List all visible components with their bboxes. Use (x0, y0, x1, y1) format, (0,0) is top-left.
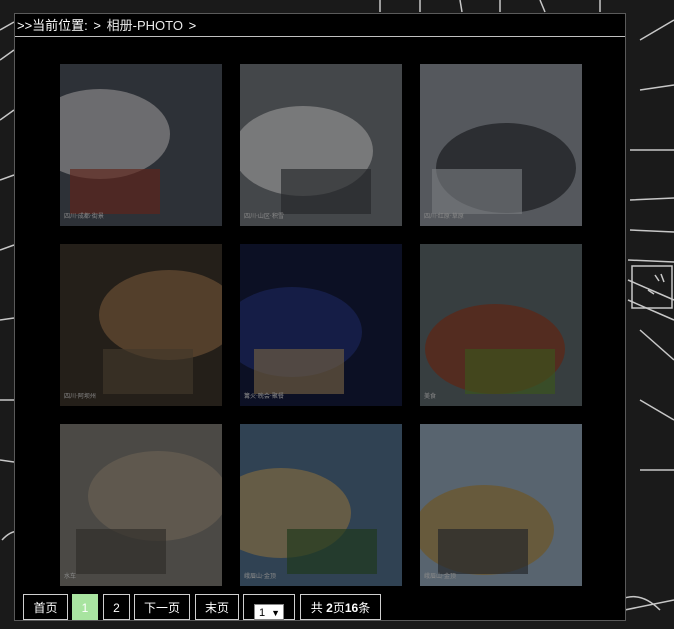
photo-thumbnail-6[interactable]: 美食 (420, 244, 582, 406)
photo-thumbnail-1[interactable]: 四川·成都·街景 (60, 64, 222, 226)
photo-caption: 四川·阿坝州 (64, 392, 96, 400)
page-select-value: 1 (259, 607, 266, 619)
photo-thumbnail-4[interactable]: 四川·阿坝州 (60, 244, 222, 406)
photo-thumbnail-9[interactable]: 峨眉山·金顶 (420, 424, 582, 586)
photo-caption: 篝火·晚会·聚餐 (244, 392, 284, 400)
breadcrumb: >>当前位置: > 相册-PHOTO > (17, 16, 198, 35)
page-2-button[interactable]: 2 (103, 594, 130, 620)
total-pages: 2 (326, 601, 333, 615)
total-suffix: 条 (358, 601, 371, 615)
page-select[interactable]: 1 ▼ (254, 604, 284, 620)
photo-caption: 峨眉山·金顶 (244, 572, 276, 580)
photo-thumbnail-5[interactable]: 篝火·晚会·聚餐 (240, 244, 402, 406)
breadcrumb-divider (15, 36, 625, 37)
photo-caption: 四川·山区·积雪 (244, 212, 284, 220)
photo-thumbnail-3[interactable]: 四川·红原·草原 (420, 64, 582, 226)
total-count: 共 2页16条 (300, 594, 381, 620)
photo-caption: 四川·成都·街景 (64, 212, 104, 220)
total-mid: 页 (332, 601, 345, 615)
total-items: 16 (344, 601, 359, 615)
page-select-box: 1 ▼ (243, 594, 295, 620)
first-page-button[interactable]: 首页 (23, 594, 68, 620)
page-1-button[interactable]: 1 (72, 594, 98, 620)
breadcrumb-prefix: >>当前位置: (17, 18, 88, 33)
album-panel: >>当前位置: > 相册-PHOTO > 四川·成都·街景 四川·山区·积雪 四川·… (14, 13, 626, 621)
breadcrumb-section-link[interactable]: 相册-PHOTO (107, 18, 183, 33)
photo-thumbnail-8[interactable]: 峨眉山·金顶 (240, 424, 402, 586)
total-prefix: 共 (310, 601, 327, 615)
next-page-button[interactable]: 下一页 (134, 594, 190, 620)
photo-caption: 四川·红原·草原 (424, 212, 464, 220)
photo-caption: 峨眉山·金顶 (424, 572, 456, 580)
photo-caption: 水车 (64, 572, 76, 580)
breadcrumb-separator: > (93, 18, 102, 33)
dropdown-arrow-icon: ▼ (271, 608, 280, 618)
photo-thumbnail-2[interactable]: 四川·山区·积雪 (240, 64, 402, 226)
photo-caption: 美食 (424, 392, 436, 400)
photo-thumbnail-7[interactable]: 水车 (60, 424, 222, 586)
last-page-button[interactable]: 末页 (195, 594, 239, 620)
breadcrumb-trailing-separator: > (188, 18, 197, 33)
